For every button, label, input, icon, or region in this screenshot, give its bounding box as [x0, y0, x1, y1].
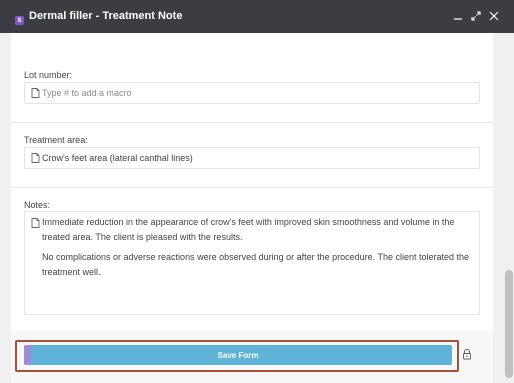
document-icon	[31, 88, 40, 98]
treatment-area-field[interactable]: Crow's feet area (lateral canthal lines)	[24, 147, 480, 169]
lot-number-field[interactable]: Type # to add a macro	[24, 82, 480, 104]
treatment-note-window: S Dermal filler - Treatment Note Lot num…	[0, 0, 514, 383]
lot-number-label: Lot number:	[24, 70, 73, 80]
save-form-label: Save Form	[217, 350, 259, 360]
notes-label: Notes:	[24, 200, 51, 210]
close-button[interactable]	[487, 9, 501, 23]
section-divider	[11, 187, 493, 188]
notes-paragraph: Immediate reduction in the appearance of…	[42, 217, 455, 242]
close-icon	[489, 11, 499, 21]
lot-number-placeholder: Type # to add a macro	[42, 88, 132, 98]
document-icon	[31, 153, 40, 163]
document-icon	[31, 218, 40, 228]
maximize-icon	[471, 11, 481, 21]
title-bar: S Dermal filler - Treatment Note	[0, 0, 514, 33]
form-body: Lot number: Type # to add a macro Treatm…	[11, 33, 493, 363]
save-form-button[interactable]: Save Form	[24, 345, 452, 365]
minimize-icon	[454, 18, 462, 20]
minimize-button[interactable]	[451, 9, 465, 23]
notes-paragraph: No complications or adverse reactions we…	[42, 252, 470, 277]
scrollbar-thumb[interactable]	[505, 270, 513, 378]
app-badge-icon: S	[15, 16, 24, 25]
button-accent	[24, 345, 31, 365]
maximize-button[interactable]	[469, 9, 483, 23]
treatment-area-value: Crow's feet area (lateral canthal lines)	[42, 153, 193, 163]
window-title: Dermal filler - Treatment Note	[29, 10, 183, 22]
notes-field[interactable]: Immediate reduction in the appearance of…	[24, 211, 480, 315]
treatment-area-label: Treatment area:	[24, 135, 88, 145]
section-divider	[11, 122, 493, 123]
lock-icon	[463, 348, 471, 360]
lock-button[interactable]	[461, 348, 473, 360]
